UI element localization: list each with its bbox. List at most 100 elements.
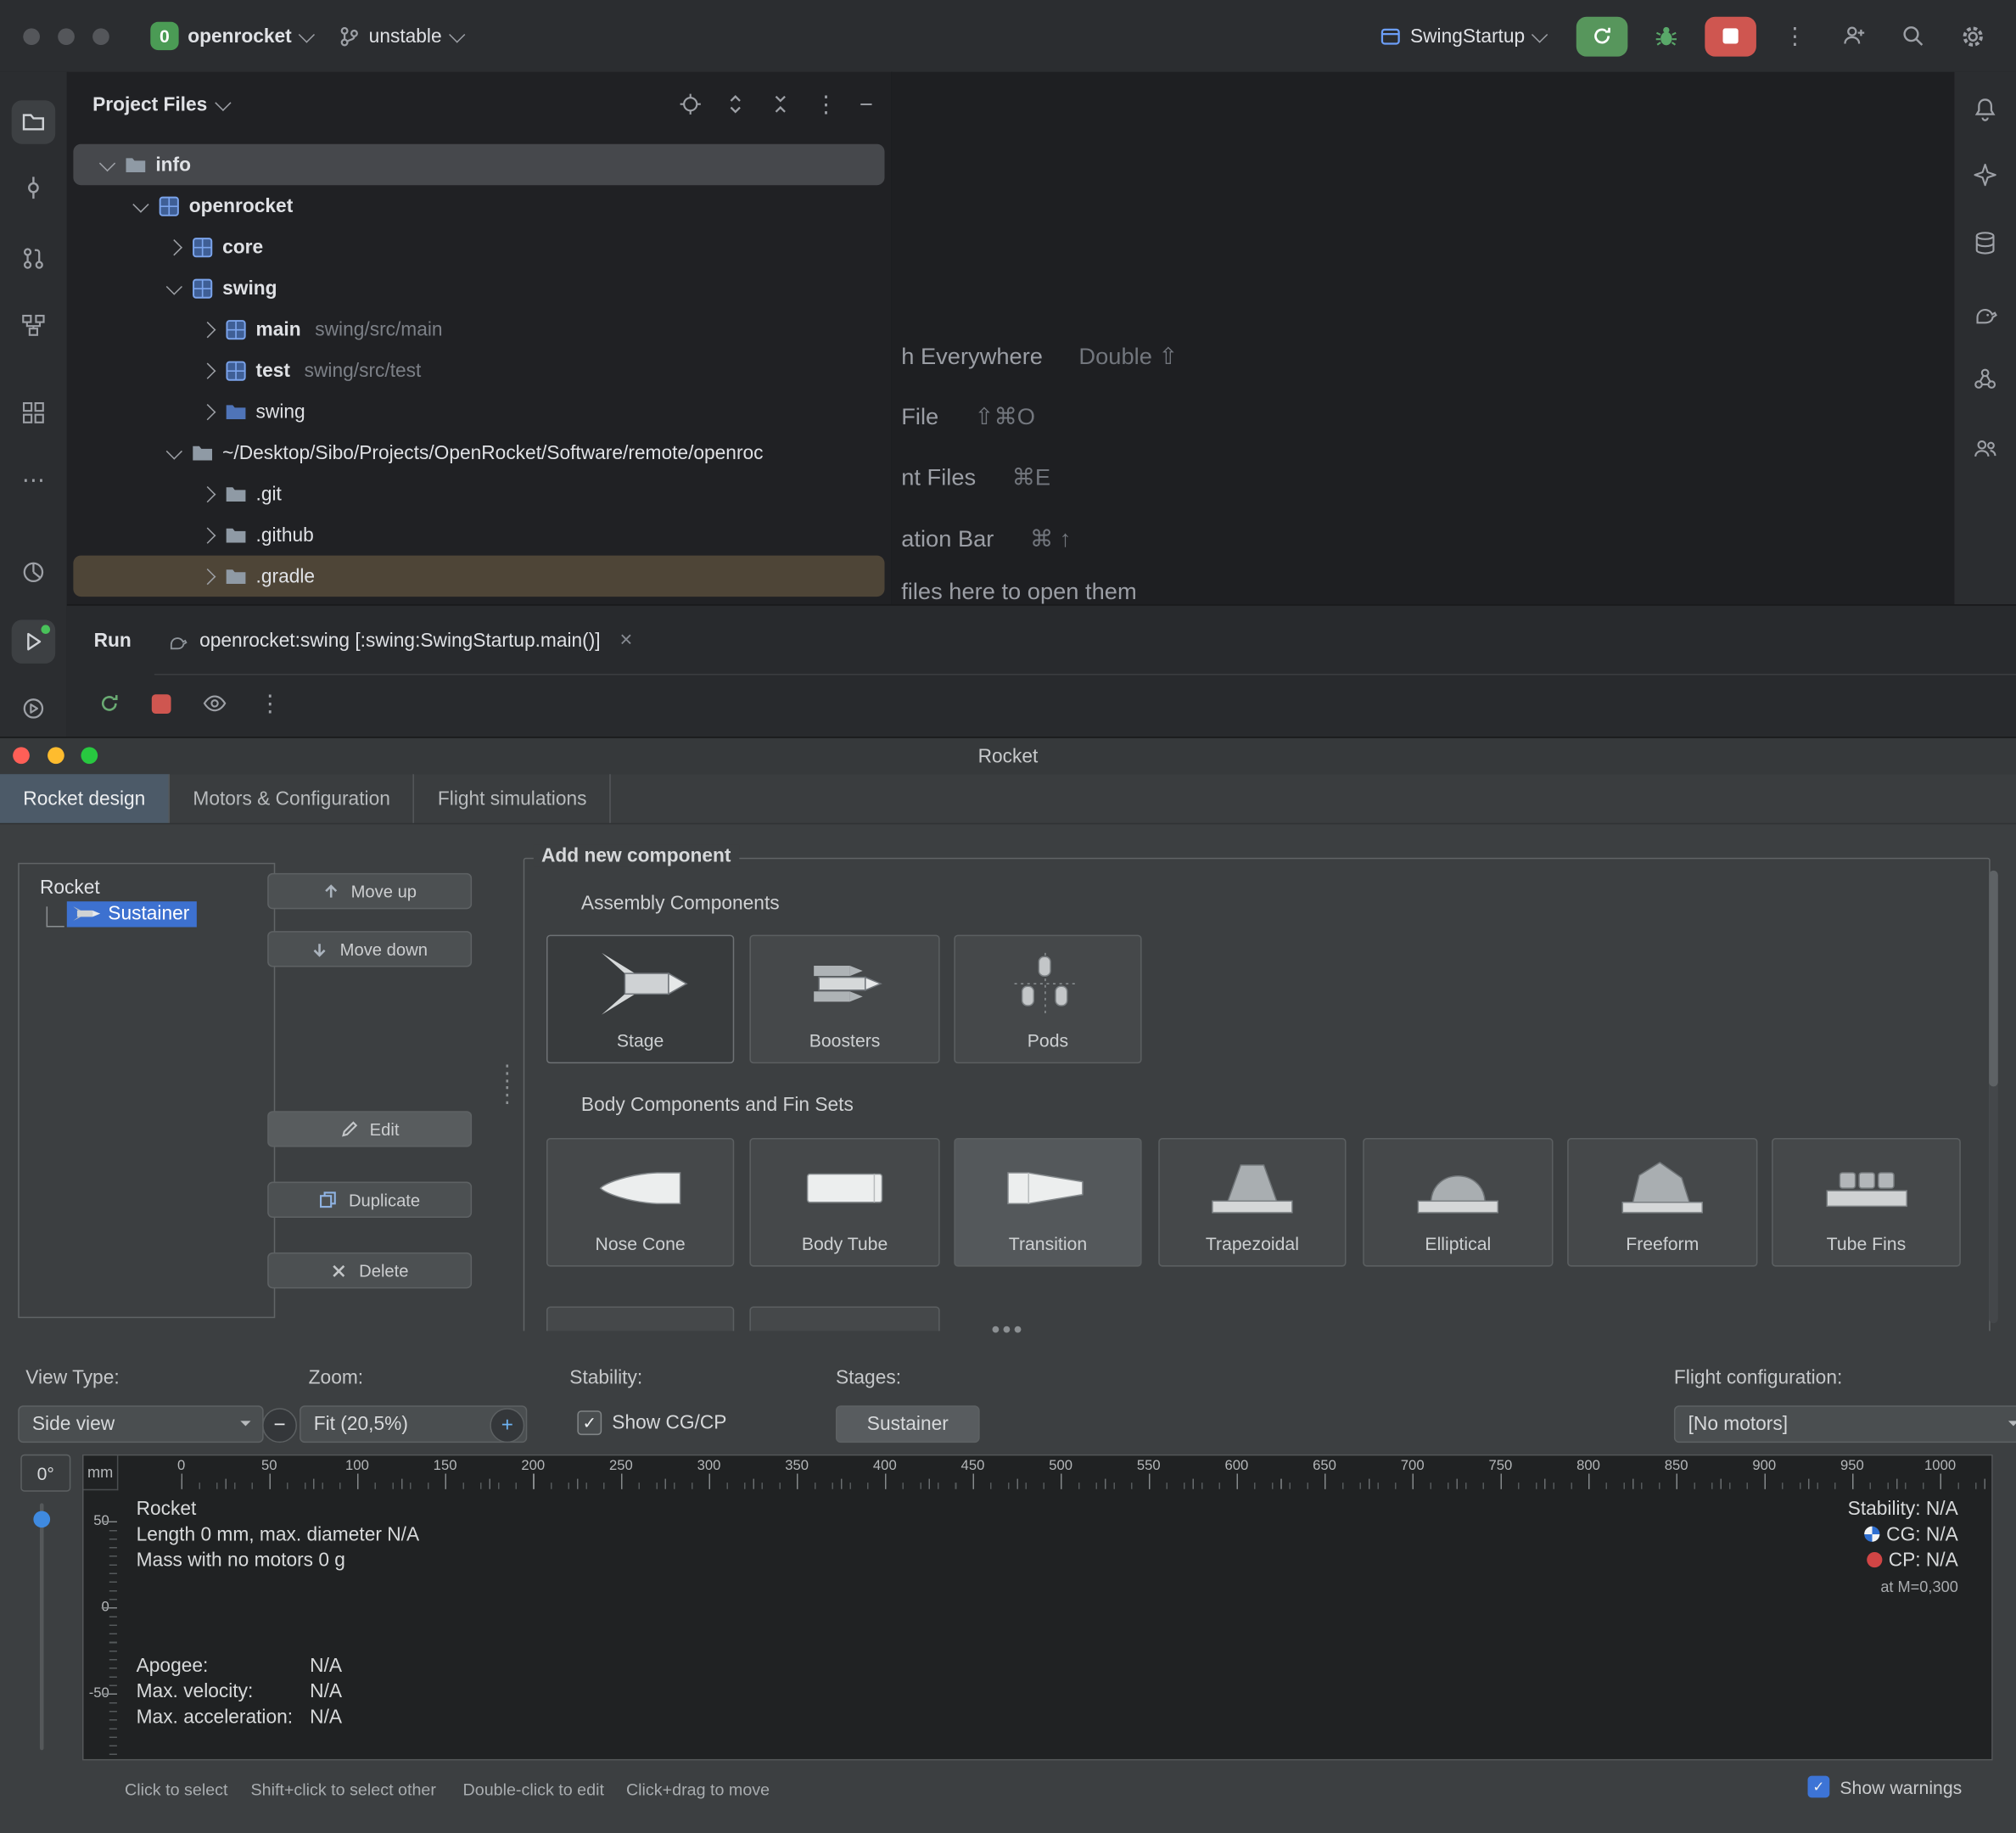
project-widget[interactable]: 0 openrocket <box>137 15 325 56</box>
build-tool-button[interactable] <box>12 391 56 435</box>
slider-thumb[interactable] <box>33 1511 50 1528</box>
run-tool-window: Run openrocket:swing [:swing:SwingStartu… <box>67 604 2016 738</box>
run-options-icon[interactable]: ⋮ <box>259 690 282 717</box>
hide-panel-icon[interactable]: − <box>860 91 873 118</box>
eye-icon[interactable] <box>202 691 227 716</box>
run-button[interactable] <box>1576 16 1628 56</box>
component-label: Trapezoidal <box>1206 1233 1299 1264</box>
tree-item-core[interactable]: core <box>73 227 884 267</box>
project-panel-title: Project Files <box>92 93 207 115</box>
stop-icon[interactable] <box>152 694 171 714</box>
close-tab-icon[interactable]: × <box>619 627 632 653</box>
structure-tool-button[interactable] <box>12 304 56 348</box>
max-acceleration-value: N/A <box>310 1705 342 1730</box>
gradle-tool-button[interactable] <box>1963 290 2008 334</box>
stage-button[interactable]: Stage <box>546 935 734 1064</box>
services-tool-button[interactable] <box>12 687 56 731</box>
debug-button[interactable] <box>1646 15 1687 56</box>
button-label: Move down <box>340 939 428 959</box>
run-configuration-selector[interactable]: SwingStartup <box>1366 19 1558 53</box>
more-actions-button[interactable]: ⋮ <box>1774 15 1815 56</box>
show-warnings-checkbox[interactable] <box>1808 1776 1830 1798</box>
dependencies-tool-button[interactable] <box>1963 357 2008 401</box>
duplicate-button[interactable]: Duplicate <box>267 1182 472 1218</box>
settings-button[interactable] <box>1952 15 1992 56</box>
tab-motors-configuration[interactable]: Motors & Configuration <box>169 774 414 823</box>
transition-button[interactable]: Transition <box>954 1138 1141 1267</box>
pull-requests-tool-button[interactable] <box>12 237 56 281</box>
profiler-tool-button[interactable] <box>12 551 56 595</box>
tube-fins-button[interactable]: Tube Fins <box>1772 1138 1961 1267</box>
search-button[interactable] <box>1893 15 1934 56</box>
tree-root-label[interactable]: Rocket <box>40 877 274 899</box>
folder-icon <box>192 443 214 462</box>
tree-item-gradle[interactable]: .gradle <box>73 556 884 597</box>
tree-item-sustainer[interactable]: Sustainer <box>67 901 198 927</box>
notifications-tool-button[interactable] <box>1963 87 2008 132</box>
transition-icon <box>998 1155 1098 1219</box>
tree-item-main[interactable]: main swing/src/main <box>73 309 884 350</box>
rocket-design-canvas[interactable]: mm 0501001502002503003504004505005506006… <box>82 1455 1993 1761</box>
tab-flight-simulations[interactable]: Flight simulations <box>413 774 611 823</box>
tree-item-remote-path[interactable]: ~/Desktop/Sibo/Projects/OpenRocket/Softw… <box>73 432 884 473</box>
tree-item-git[interactable]: .git <box>73 474 884 514</box>
rotation-slider[interactable] <box>40 1503 44 1750</box>
component-button-partial[interactable] <box>749 1307 939 1331</box>
stage-toggle-button[interactable]: Sustainer <box>836 1405 980 1443</box>
move-up-button[interactable]: Move up <box>267 873 472 909</box>
locate-file-icon[interactable] <box>680 92 703 115</box>
tree-item-swing-folder[interactable]: swing <box>73 391 884 432</box>
run-tool-button[interactable] <box>12 619 56 664</box>
show-warnings-control[interactable]: Show warnings <box>1808 1776 1963 1798</box>
rerun-icon[interactable] <box>98 692 120 715</box>
more-tools-button[interactable]: ⋯ <box>12 457 56 502</box>
show-cgcp-control[interactable]: Show CG/CP <box>577 1410 726 1435</box>
apogee-value: N/A <box>310 1654 342 1679</box>
ai-assistant-tool-button[interactable] <box>1963 153 2008 197</box>
panel-options-icon[interactable]: ⋮ <box>815 91 837 118</box>
component-button-partial[interactable] <box>546 1307 734 1331</box>
stop-button[interactable] <box>1705 16 1756 56</box>
nose-cone-button[interactable]: Nose Cone <box>546 1138 734 1267</box>
zoom-out-button[interactable]: − <box>262 1408 297 1443</box>
window-close-button[interactable] <box>23 28 40 45</box>
run-tab[interactable]: openrocket:swing [:swing:SwingStartup.ma… <box>167 627 632 653</box>
window-minimize-button[interactable] <box>58 28 75 45</box>
show-cgcp-checkbox[interactable] <box>577 1410 602 1435</box>
collaboration-tool-button[interactable] <box>1963 427 2008 471</box>
tab-rocket-design[interactable]: Rocket design <box>0 774 169 823</box>
tree-item-test[interactable]: test swing/src/test <box>73 350 884 390</box>
project-tool-button[interactable] <box>12 100 56 144</box>
tree-item-github[interactable]: .github <box>73 514 884 555</box>
vcs-branch-widget[interactable]: unstable <box>325 19 475 53</box>
edit-button[interactable]: Edit <box>267 1111 472 1146</box>
rotation-angle-field[interactable]: 0° <box>20 1455 70 1492</box>
tree-item-openrocket[interactable]: openrocket <box>73 185 884 226</box>
scrollbar-thumb[interactable] <box>1989 871 1998 1087</box>
expand-all-icon[interactable] <box>725 92 748 115</box>
elliptical-button[interactable]: Elliptical <box>1363 1138 1553 1267</box>
view-type-select[interactable]: Side view <box>18 1405 263 1443</box>
window-controls[interactable] <box>0 28 137 45</box>
commit-tool-button[interactable] <box>12 165 56 210</box>
add-user-button[interactable] <box>1834 15 1874 56</box>
boosters-button[interactable]: Boosters <box>749 935 939 1064</box>
chevron-down-icon[interactable] <box>216 94 232 110</box>
rocket-component-tree[interactable]: Rocket Sustainer <box>18 863 275 1318</box>
delete-button[interactable]: Delete <box>267 1253 472 1288</box>
tree-item-info[interactable]: info <box>73 144 884 185</box>
horizontal-splitter-handle[interactable]: ••• <box>991 1317 1024 1345</box>
pods-button[interactable]: Pods <box>954 935 1141 1064</box>
flight-configuration-select[interactable]: [No motors] <box>1674 1405 2016 1443</box>
trapezoidal-button[interactable]: Trapezoidal <box>1158 1138 1346 1267</box>
component-scrollbar[interactable] <box>1989 871 1998 1323</box>
window-zoom-button[interactable] <box>92 28 109 45</box>
database-tool-button[interactable] <box>1963 221 2008 266</box>
zoom-in-button[interactable]: + <box>490 1408 524 1443</box>
shortcut-hint-keys: ⇧⌘O <box>975 404 1035 431</box>
freeform-button[interactable]: Freeform <box>1567 1138 1757 1267</box>
collapse-all-icon[interactable] <box>770 92 792 115</box>
body-tube-button[interactable]: Body Tube <box>749 1138 939 1267</box>
tree-item-swing[interactable]: swing <box>73 267 884 308</box>
move-down-button[interactable]: Move down <box>267 931 472 967</box>
